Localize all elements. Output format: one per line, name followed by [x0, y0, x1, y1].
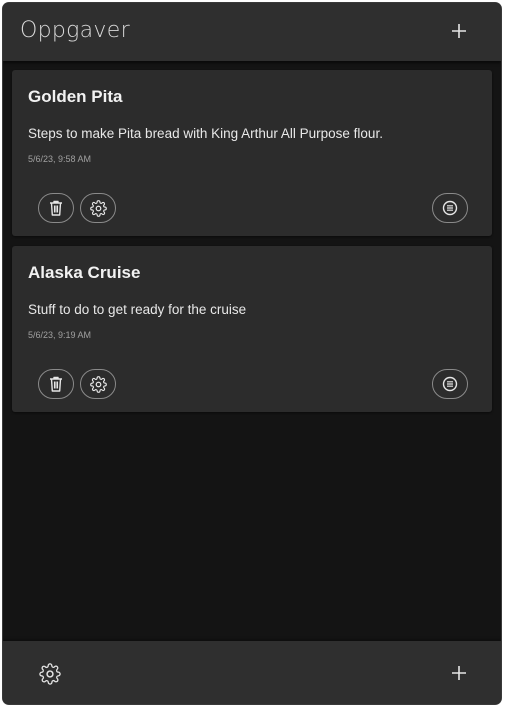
gear-icon [89, 375, 107, 393]
gear-icon [39, 663, 61, 685]
task-list: Golden Pita Steps to make Pita bread wit… [12, 70, 492, 422]
plus-icon [452, 666, 466, 680]
trash-icon [50, 376, 62, 392]
bottom-bar [3, 641, 501, 704]
settings-button[interactable] [80, 193, 116, 223]
page-title: Oppgaver [20, 18, 130, 43]
open-list-button[interactable] [432, 369, 468, 399]
list-card[interactable]: Alaska Cruise Stuff to do to get ready f… [12, 246, 492, 412]
card-description: Stuff to do to get ready for the cruise [28, 302, 247, 317]
list-icon [442, 376, 458, 392]
gear-icon [89, 199, 107, 217]
add-button[interactable] [447, 661, 471, 685]
card-title: Alaska Cruise [28, 263, 141, 282]
top-bar: Oppgaver [3, 3, 501, 61]
settings-button[interactable] [80, 369, 116, 399]
plus-icon [452, 24, 466, 38]
list-icon [442, 200, 458, 216]
trash-icon [50, 200, 62, 216]
app-window: Oppgaver Golden Pita Steps to make Pita … [3, 3, 501, 704]
add-list-button[interactable] [447, 19, 471, 43]
open-list-button[interactable] [432, 193, 468, 223]
card-description: Steps to make Pita bread with King Arthu… [28, 126, 383, 141]
delete-button[interactable] [38, 193, 74, 223]
delete-button[interactable] [38, 369, 74, 399]
app-settings-button[interactable] [37, 661, 63, 687]
card-date: 5/6/23, 9:58 AM [28, 154, 92, 164]
card-title: Golden Pita [28, 87, 123, 106]
list-card[interactable]: Golden Pita Steps to make Pita bread wit… [12, 70, 492, 236]
card-date: 5/6/23, 9:19 AM [28, 330, 92, 340]
